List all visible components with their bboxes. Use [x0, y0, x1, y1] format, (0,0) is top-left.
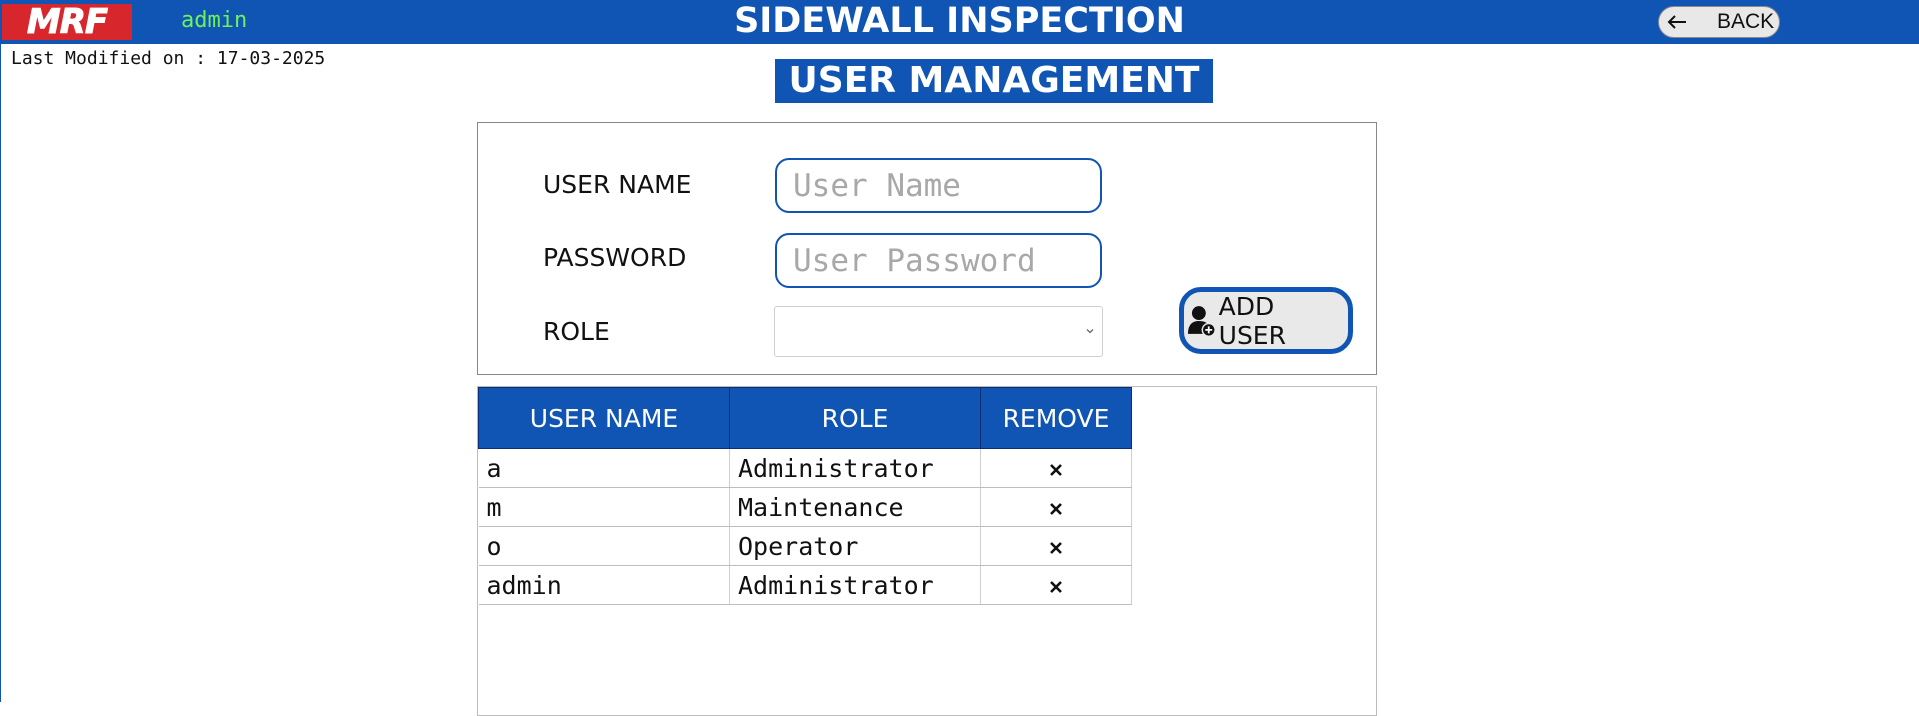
add-user-icon — [1187, 305, 1216, 337]
remove-user-button[interactable] — [980, 526, 1132, 566]
back-label: BACK — [1717, 10, 1775, 33]
password-input[interactable] — [775, 233, 1102, 288]
close-icon — [1050, 463, 1062, 476]
back-button[interactable]: BACK — [1658, 6, 1780, 38]
role-select[interactable] — [774, 306, 1103, 357]
cell-role: Administrator — [729, 448, 981, 488]
column-header-role: ROLE — [729, 387, 981, 449]
cell-user-name: a — [478, 448, 730, 488]
close-icon — [1050, 580, 1062, 593]
remove-user-button[interactable] — [980, 565, 1132, 605]
table-row: a Administrator — [478, 448, 1132, 488]
last-modified: Last Modified on : 17-03-2025 — [11, 48, 326, 69]
table-row: admin Administrator — [478, 565, 1132, 605]
mrf-logo: MRF — [2, 2, 132, 43]
chevron-down-icon — [1086, 329, 1094, 334]
remove-user-button[interactable] — [980, 448, 1132, 488]
cell-user-name: o — [478, 526, 730, 566]
password-label: PASSWORD — [543, 243, 687, 272]
close-icon — [1050, 502, 1062, 515]
add-user-button[interactable]: ADD USER — [1179, 287, 1353, 354]
close-icon — [1050, 541, 1062, 554]
username-label: USER NAME — [543, 170, 692, 199]
cell-role: Maintenance — [729, 487, 981, 527]
app-title: SIDEWALL INSPECTION — [734, 1, 1185, 41]
table-row: o Operator — [478, 526, 1132, 566]
table-row: m Maintenance — [478, 487, 1132, 527]
column-header-remove: REMOVE — [980, 387, 1132, 449]
top-bar: MRF admin SIDEWALL INSPECTION BACK — [0, 0, 1919, 44]
add-user-label: ADD USER — [1218, 291, 1286, 350]
logo-text: MRF — [26, 2, 108, 43]
cell-user-name: admin — [478, 565, 730, 605]
role-label: ROLE — [543, 317, 610, 346]
cell-role: Operator — [729, 526, 981, 566]
cell-user-name: m — [478, 487, 730, 527]
table-header-row: USER NAME ROLE REMOVE — [478, 387, 1132, 449]
column-header-user-name: USER NAME — [478, 387, 730, 449]
arrow-left-icon — [1667, 15, 1686, 29]
page-title: USER MANAGEMENT — [775, 59, 1213, 103]
current-user: admin — [181, 8, 248, 33]
username-input[interactable] — [775, 158, 1102, 213]
users-table: USER NAME ROLE REMOVE a Administrator m … — [478, 387, 1132, 605]
cell-role: Administrator — [729, 565, 981, 605]
remove-user-button[interactable] — [980, 487, 1132, 527]
